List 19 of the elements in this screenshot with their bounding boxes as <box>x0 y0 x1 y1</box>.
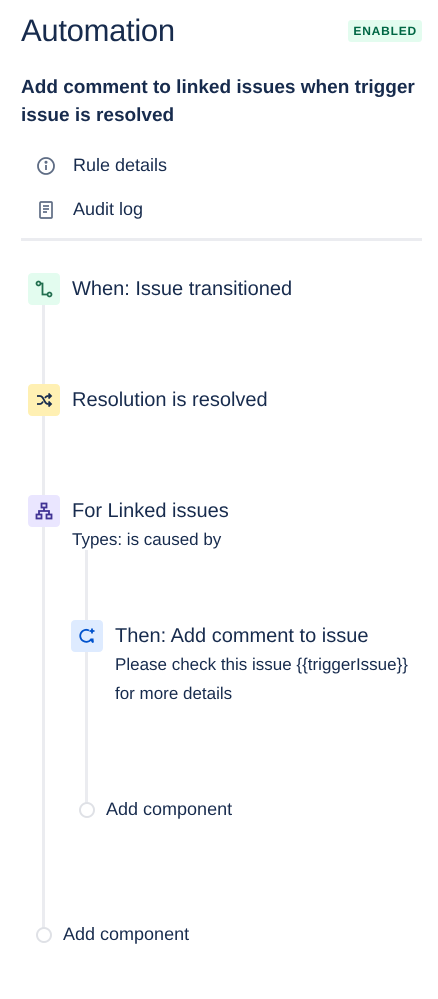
step-description: Please check this issue {{triggerIssue}} for more details <box>115 654 409 706</box>
shuffle-icon <box>35 391 53 410</box>
add-component-link[interactable]: Add component <box>106 796 232 824</box>
step-title[interactable]: Then: Add comment to issue <box>115 622 422 650</box>
step-title[interactable]: For Linked issues <box>72 497 229 526</box>
add-component-link[interactable]: Add component <box>63 921 190 948</box>
rule-title: Add comment to linked issues when trigger issue is resolved <box>21 76 416 128</box>
menu-link[interactable]: Audit log <box>73 196 144 224</box>
step-title[interactable]: Resolution is resolved <box>72 386 268 414</box>
info-icon <box>36 156 56 176</box>
step-description: Types: is caused by <box>72 529 222 552</box>
document-icon <box>38 200 54 220</box>
path-icon <box>35 280 53 298</box>
status-label: ENABLED <box>348 20 422 42</box>
step-title[interactable]: When: Issue transitioned <box>72 275 292 304</box>
page-title: Automation <box>21 12 175 50</box>
hierarchy-icon <box>35 502 53 520</box>
menu-link[interactable]: Rule details <box>73 152 168 180</box>
comment-icon <box>78 627 96 646</box>
